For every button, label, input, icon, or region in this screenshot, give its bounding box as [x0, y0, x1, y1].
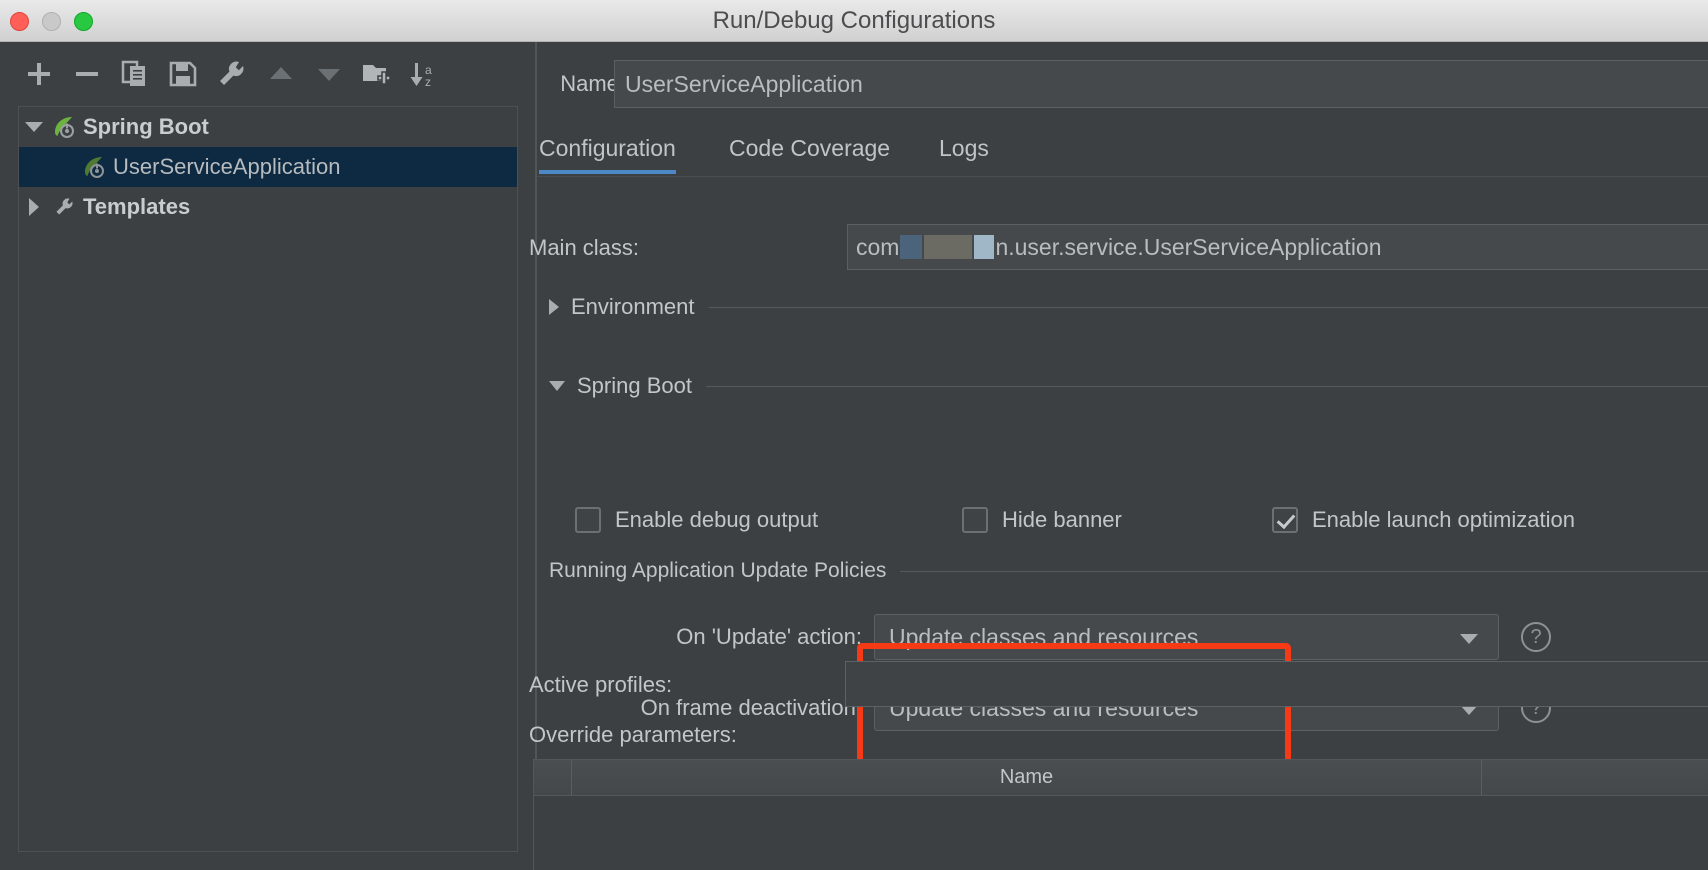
name-label: Name:	[560, 71, 625, 96]
table-header-row: Name	[534, 760, 1708, 796]
section-running-application-update-policies: Running Application Update Policies	[549, 559, 1708, 583]
section-spring-boot[interactable]: Spring Boot	[549, 371, 1708, 401]
chevron-down-icon	[25, 122, 43, 132]
override-parameters-label: Override parameters:	[529, 722, 737, 747]
remove-button[interactable]	[68, 55, 106, 93]
expand-collapse-spring-boot[interactable]	[19, 122, 49, 132]
section-divider	[705, 385, 1708, 387]
active-profiles-label: Active profiles:	[529, 672, 673, 697]
sort-button[interactable]: a z	[404, 55, 442, 93]
expand-collapse-templates[interactable]	[19, 198, 49, 216]
tree-node-label: UserServiceApplication	[113, 154, 341, 179]
main-class-prefix: com	[856, 233, 900, 260]
redacted-block	[974, 235, 995, 259]
override-parameters-table[interactable]: Name	[533, 759, 1708, 870]
redacted-block	[924, 235, 973, 259]
section-title: Spring Boot	[577, 373, 692, 398]
main-class-input[interactable]: com n.user.service.UserServiceApplicatio…	[847, 224, 1708, 270]
checkbox-label: Hide banner	[1002, 507, 1122, 532]
tree-node-userserviceapplication[interactable]: UserServiceApplication	[19, 147, 517, 187]
tree-node-label: Spring Boot	[83, 114, 209, 139]
section-title: Environment	[571, 294, 695, 319]
configurations-panel: a z Spring Boot UserServiceApplication T…	[0, 42, 535, 870]
spring-boot-icon	[49, 114, 79, 140]
name-row: Name: UserServiceApplication	[537, 60, 1708, 108]
move-up-button[interactable]	[262, 55, 300, 93]
save-button[interactable]	[164, 55, 202, 93]
detail-tabs: Configuration Code Coverage Logs	[537, 128, 1708, 176]
wrench-icon	[49, 194, 79, 220]
edit-templates-button[interactable]	[212, 55, 250, 93]
main-class-suffix: n.user.service.UserServiceApplication	[995, 233, 1382, 260]
active-profiles-input[interactable]	[845, 661, 1708, 707]
configurations-toolbar: a z	[0, 42, 535, 104]
tab-label: Configuration	[539, 135, 676, 161]
configurations-tree[interactable]: Spring Boot UserServiceApplication Templ…	[18, 106, 518, 852]
chevron-down-icon	[549, 381, 565, 391]
chevron-down-icon	[1460, 634, 1478, 644]
section-title: Running Application Update Policies	[549, 559, 887, 582]
combo-value: Update classes and resources	[889, 623, 1199, 650]
title-bar: Run/Debug Configurations	[0, 0, 1708, 42]
checkbox-box[interactable]	[575, 507, 601, 533]
checkbox-hide-banner[interactable]: Hide banner	[962, 507, 1122, 533]
tab-code-coverage[interactable]: Code Coverage	[729, 128, 890, 176]
checkbox-box[interactable]	[1272, 507, 1298, 533]
move-down-button[interactable]	[310, 55, 348, 93]
table-column-header-blank-right[interactable]	[1482, 760, 1708, 795]
table-column-header-blank-left[interactable]	[534, 760, 572, 795]
window-title: Run/Debug Configurations	[712, 7, 996, 34]
tab-label: Logs	[939, 135, 989, 161]
checkbox-box[interactable]	[962, 507, 988, 533]
chevron-right-icon	[549, 299, 559, 315]
section-divider	[900, 570, 1708, 572]
dialog-body: a z Spring Boot UserServiceApplication T…	[0, 42, 1708, 870]
tab-logs[interactable]: Logs	[939, 128, 989, 176]
active-tab-indicator	[539, 170, 676, 174]
tab-configuration[interactable]: Configuration	[539, 128, 676, 176]
checkbox-enable-debug-output[interactable]: Enable debug output	[575, 507, 818, 533]
combo-on-update-action[interactable]: Update classes and resources	[874, 614, 1499, 660]
help-icon[interactable]: ?	[1521, 622, 1551, 652]
policy-row-update-action: On 'Update' action: Update classes and r…	[537, 614, 1708, 660]
checkbox-enable-launch-optimization[interactable]: Enable launch optimization	[1272, 507, 1575, 533]
configuration-detail-panel: Name: UserServiceApplication Configurati…	[529, 42, 1708, 870]
policy-label: On 'Update' action:	[676, 624, 862, 649]
checkbox-label: Enable debug output	[615, 507, 819, 532]
copy-button[interactable]	[116, 55, 154, 93]
tree-node-spring-boot[interactable]: Spring Boot	[19, 107, 517, 147]
section-divider	[708, 306, 1708, 308]
add-button[interactable]	[20, 55, 58, 93]
tree-node-label: Templates	[83, 194, 191, 219]
chevron-right-icon	[29, 198, 39, 216]
spring-boot-icon	[79, 154, 109, 180]
configuration-tab-content: Main class: com n.user.service.UserServi…	[529, 176, 1708, 870]
main-class-label: Main class:	[529, 235, 640, 260]
svg-text:z: z	[425, 75, 431, 89]
run-debug-configurations-window: Run/Debug Configurations a z Spring Boot…	[0, 0, 1708, 870]
spring-boot-options: Enable debug output Hide banner Enable l…	[537, 507, 1708, 547]
section-environment[interactable]: Environment	[549, 292, 1708, 322]
checkbox-label: Enable launch optimization	[1312, 507, 1575, 532]
tab-label: Code Coverage	[729, 135, 891, 161]
name-input[interactable]: UserServiceApplication	[614, 60, 1708, 108]
redacted-block	[900, 235, 923, 259]
tree-node-templates[interactable]: Templates	[19, 187, 517, 227]
new-folder-button[interactable]	[358, 55, 396, 93]
table-body[interactable]	[534, 796, 1708, 870]
table-column-header-name[interactable]: Name	[572, 760, 1482, 795]
